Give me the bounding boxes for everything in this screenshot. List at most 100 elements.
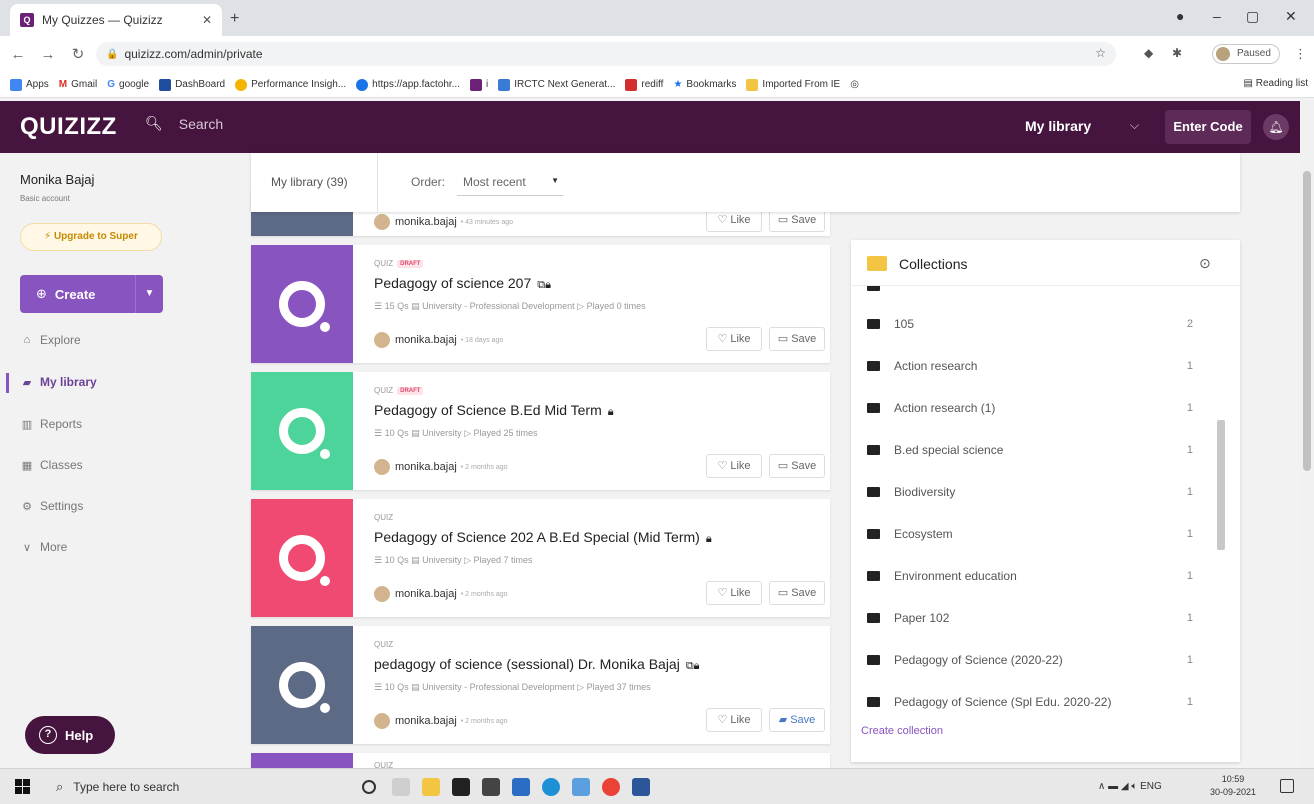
search-input[interactable]: 🔍︎ Search: [145, 115, 223, 132]
collection-item[interactable]: Environment education 1: [867, 566, 1207, 586]
app-icon[interactable]: [572, 778, 590, 796]
save-button[interactable]: ▰ Save: [769, 708, 825, 732]
menu-icon[interactable]: ⋮: [1294, 46, 1307, 62]
outlook-icon[interactable]: [512, 778, 530, 796]
card-title[interactable]: Pedagogy of Science B.Ed Mid Term 🔒︎: [374, 402, 614, 419]
bookmark-quizizz[interactable]: i: [470, 78, 488, 91]
language-indicator[interactable]: ENG: [1140, 781, 1162, 792]
chrome-icon[interactable]: [602, 778, 620, 796]
chevron-up-icon[interactable]: ∧: [1098, 781, 1108, 792]
star-icon[interactable]: ☆: [1095, 46, 1106, 60]
windows-start-icon[interactable]: [15, 779, 31, 795]
collection-item[interactable]: Paper 102 1: [867, 608, 1207, 628]
new-tab-icon[interactable]: +: [230, 10, 239, 28]
chevron-down-icon[interactable]: ⌵: [1130, 118, 1139, 133]
battery-icon[interactable]: ▬: [1108, 781, 1121, 792]
like-button[interactable]: ♡ Like: [706, 327, 762, 351]
card-title[interactable]: pedagogy of science (sessional) Dr. Moni…: [374, 656, 700, 673]
library-count-tab[interactable]: My library (39): [271, 175, 348, 189]
cortana-icon[interactable]: [362, 780, 376, 794]
volume-icon[interactable]: 🔈︎: [1131, 781, 1140, 792]
quiz-card[interactable]: QUIZ DRAFT Pedagogy of Science B.Ed Mid T…: [251, 372, 830, 490]
card-title[interactable]: Pedagogy of science 207 ⧉🔒︎: [374, 275, 551, 292]
reading-list-button[interactable]: ▤ Reading list: [1244, 78, 1309, 89]
save-button[interactable]: ▭ Save: [769, 581, 825, 605]
taskbar-search-input[interactable]: ⌕ Type here to search: [46, 769, 296, 804]
collection-item[interactable]: Pedagogy of Science (Spl Edu. 2020-22) 1: [867, 692, 1207, 712]
bookmark-dashboard[interactable]: DashBoard: [159, 78, 225, 91]
card-title[interactable]: Pedagogy of Science 202 A B.Ed Special (…: [374, 529, 712, 546]
bookmark-imported[interactable]: Imported From IE: [746, 78, 840, 91]
quiz-card[interactable]: QUIZ pedagogy of science (sessional) Dr.…: [251, 626, 830, 744]
bookmark-rediff[interactable]: rediff: [625, 78, 663, 91]
upgrade-button[interactable]: ⚡ Upgrade to Super: [20, 223, 162, 251]
bookmark-bookmarks[interactable]: ★ Bookmarks: [673, 79, 736, 90]
collection-item[interactable]: Ecosystem 1: [867, 524, 1207, 544]
reload-icon[interactable]: ↻: [66, 45, 90, 63]
bookmark-gmail[interactable]: M Gmail: [59, 79, 97, 90]
library-menu[interactable]: My library: [1025, 118, 1091, 134]
sidebar-item-explore[interactable]: ⌂ Explore: [20, 333, 81, 347]
bookmark-factohr[interactable]: https://app.factohr...: [356, 78, 460, 91]
bookmark-globe[interactable]: ◎: [850, 79, 859, 90]
bookmark-irctc[interactable]: IRCTC Next Generat...: [498, 78, 615, 91]
forward-icon[interactable]: →: [36, 46, 60, 63]
page-scrollbar[interactable]: [1300, 101, 1314, 768]
notification-icon[interactable]: [1280, 779, 1294, 793]
collection-item[interactable]: Biodiversity 1: [867, 482, 1207, 502]
network-icon[interactable]: ◢: [1121, 781, 1131, 792]
extension-icon[interactable]: ◆: [1144, 46, 1153, 60]
order-select[interactable]: Most recent ▼: [457, 170, 563, 196]
quizizz-logo[interactable]: QUIZIZZ: [20, 113, 117, 141]
bookmark-performance[interactable]: Performance Insigh...: [235, 78, 346, 91]
bell-icon[interactable]: 🔔︎: [1263, 114, 1289, 140]
clock[interactable]: 10:59 30-09-2021: [1210, 773, 1256, 799]
edge-icon[interactable]: [542, 778, 560, 796]
collection-item[interactable]: 105 2: [867, 314, 1207, 334]
profile-dot-icon[interactable]: ●: [1176, 8, 1184, 24]
browser-tab[interactable]: Q My Quizzes — Quizizz ✕: [10, 4, 222, 36]
bookmark-google[interactable]: Ggoogle: [107, 79, 149, 90]
sidebar-item-classes[interactable]: ▦ Classes: [20, 458, 83, 472]
enter-code-button[interactable]: Enter Code: [1165, 110, 1251, 144]
collection-item[interactable]: Pedagogy of Science (2020-22) 1: [867, 650, 1207, 670]
save-button[interactable]: ▭ Save: [769, 454, 825, 478]
word-icon[interactable]: [632, 778, 650, 796]
quiz-card[interactable]: QUIZ DRAFT Pedagogy of science 207 ⧉🔒︎ ☰ 1…: [251, 245, 830, 363]
task-view-icon[interactable]: [392, 778, 410, 796]
gmail-icon: M: [58, 79, 68, 90]
create-dropdown-icon[interactable]: ▼: [135, 275, 163, 313]
minimize-icon[interactable]: –: [1213, 8, 1221, 24]
like-button[interactable]: ♡ Like: [706, 708, 762, 732]
store-icon[interactable]: [452, 778, 470, 796]
sidebar-item-more[interactable]: ∨ More: [20, 540, 67, 554]
like-button[interactable]: ♡ Like: [706, 581, 762, 605]
maximize-icon[interactable]: ▢: [1246, 8, 1259, 25]
collection-item[interactable]: Action research (1) 1: [867, 398, 1207, 418]
file-explorer-icon[interactable]: [422, 778, 440, 796]
collection-item[interactable]: B.ed special science 1: [867, 440, 1207, 460]
scrollbar-thumb[interactable]: [1303, 171, 1311, 471]
bookmark-apps[interactable]: Apps: [10, 78, 49, 91]
like-button[interactable]: ♡ Like: [706, 454, 762, 478]
help-button[interactable]: ? Help: [25, 716, 115, 754]
profile-paused-button[interactable]: Paused: [1212, 44, 1280, 64]
sidebar-item-settings[interactable]: ⚙ Settings: [20, 499, 83, 513]
quiz-card[interactable]: QUIZ Pedagogy of Science 202 A B.Ed Spec…: [251, 499, 830, 617]
collection-item[interactable]: Action research 1: [867, 356, 1207, 376]
close-tab-icon[interactable]: ✕: [202, 13, 212, 27]
back-icon[interactable]: ←: [6, 46, 30, 63]
collections-options-icon[interactable]: ⊙: [1199, 255, 1211, 272]
create-collection-link[interactable]: Create collection: [861, 725, 943, 737]
quiz-card-partial[interactable]: QUIZ: [251, 753, 830, 768]
create-button[interactable]: ⊕ Create ▼: [20, 275, 163, 313]
save-button[interactable]: ▭ Save: [769, 327, 825, 351]
mail-icon[interactable]: [482, 778, 500, 796]
sidebar-item-reports[interactable]: ▥ Reports: [20, 417, 82, 431]
search-icon: ⌕: [56, 779, 64, 794]
sidebar-item-my-library[interactable]: ▰ My library: [20, 375, 97, 389]
url-input[interactable]: 🔒 quizizz.com/admin/private ☆: [96, 42, 1116, 66]
close-window-icon[interactable]: ✕: [1285, 8, 1297, 25]
collections-scrollbar[interactable]: [1217, 420, 1225, 550]
puzzle-icon[interactable]: ✱: [1172, 46, 1182, 60]
